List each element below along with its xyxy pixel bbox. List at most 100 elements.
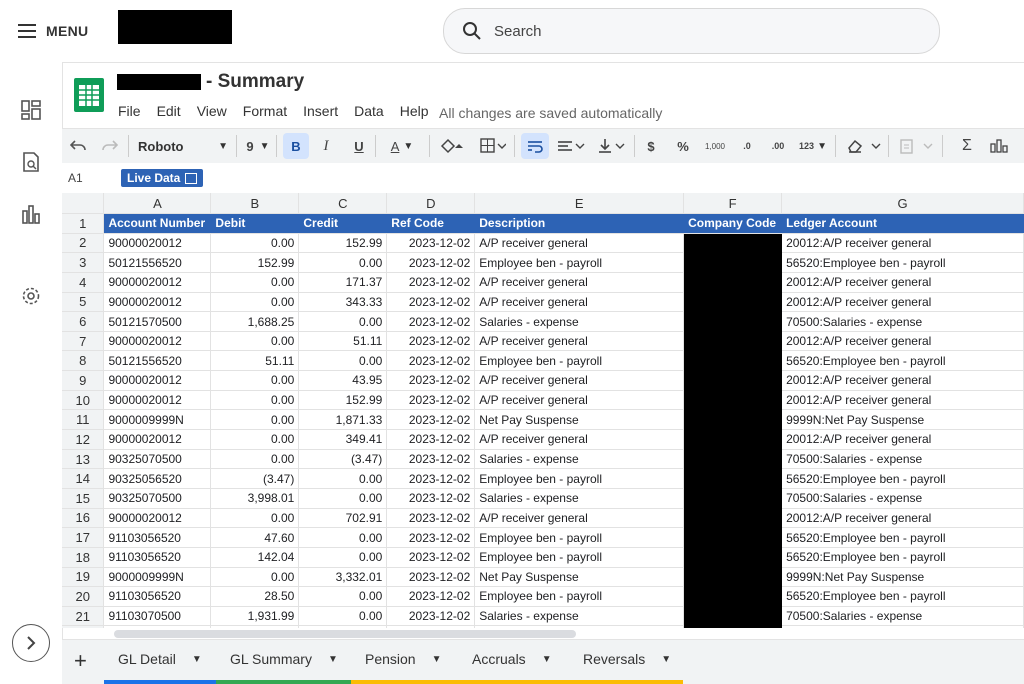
dashboard-icon[interactable]	[20, 99, 42, 121]
ledger-account-cell[interactable]: 20012:A/P receiver general	[781, 390, 1024, 411]
thousands-format-button[interactable]: 1,000	[702, 133, 728, 159]
ref-code-cell[interactable]: 2023-12-02	[386, 468, 476, 489]
number-format-select[interactable]: 123 ▼	[797, 133, 829, 159]
account-number-cell[interactable]: 90000020012	[103, 233, 212, 254]
account-number-cell[interactable]: 90000020012	[103, 429, 212, 450]
header-cell[interactable]: Debit	[210, 213, 300, 234]
row-number[interactable]: 7	[62, 331, 105, 352]
debit-cell[interactable]: 28.50	[210, 586, 300, 607]
credit-cell[interactable]: 152.99	[298, 390, 388, 411]
align-vertical-icon[interactable]	[596, 133, 626, 159]
account-number-cell[interactable]: 9000009999N	[103, 567, 212, 588]
menu-help[interactable]: Help	[400, 103, 429, 119]
fill-color-icon[interactable]	[438, 133, 468, 159]
redo-icon[interactable]	[100, 133, 120, 159]
select-all-corner[interactable]	[62, 193, 105, 214]
redacted-company-code-cell[interactable]	[683, 292, 783, 313]
ledger-account-cell[interactable]: 56520:Employee ben - payroll	[781, 586, 1024, 607]
redacted-company-code-cell[interactable]	[683, 527, 783, 548]
bold-button[interactable]: B	[283, 133, 309, 159]
debit-cell[interactable]: 0.00	[210, 370, 300, 391]
ledger-account-cell[interactable]: 20012:A/P receiver general	[781, 272, 1024, 293]
clipboard-icon[interactable]	[896, 133, 936, 159]
account-number-cell[interactable]: 50121570500	[103, 311, 212, 332]
redacted-company-code-cell[interactable]	[683, 233, 783, 254]
debit-cell[interactable]: 47.60	[210, 527, 300, 548]
ledger-account-cell[interactable]: 70500:Salaries - expense	[781, 449, 1024, 470]
credit-cell[interactable]: 0.00	[298, 527, 388, 548]
row-number[interactable]: 1	[62, 213, 105, 234]
redacted-company-code-cell[interactable]	[683, 429, 783, 450]
debit-cell[interactable]: 0.00	[210, 449, 300, 470]
menu-insert[interactable]: Insert	[303, 103, 338, 119]
font-family-select[interactable]: Roboto ▼	[138, 133, 228, 159]
credit-cell[interactable]: 0.00	[298, 311, 388, 332]
redacted-company-code-cell[interactable]	[683, 311, 783, 332]
sheet-tab-gl-detail[interactable]: GL Detail ▼	[118, 640, 202, 678]
ledger-account-cell[interactable]: 70500:Salaries - expense	[781, 311, 1024, 332]
account-number-cell[interactable]: 90000020012	[103, 331, 212, 352]
credit-cell[interactable]: (3.47)	[298, 449, 388, 470]
row-number[interactable]: 19	[62, 567, 105, 588]
ref-code-cell[interactable]: 2023-12-02	[386, 625, 476, 628]
debit-cell[interactable]: 0.00	[210, 567, 300, 588]
description-cell[interactable]: Salaries - expense	[474, 449, 685, 470]
redacted-company-code-cell[interactable]	[683, 547, 783, 568]
credit-cell[interactable]: 3,332.01	[298, 567, 388, 588]
redacted-company-code-cell[interactable]	[683, 468, 783, 489]
account-number-cell[interactable]: 90000020012	[103, 508, 212, 529]
description-cell[interactable]: Employee ben - payroll	[474, 547, 685, 568]
ref-code-cell[interactable]: 2023-12-02	[386, 449, 476, 470]
account-number-cell[interactable]: 90325070500	[103, 449, 212, 470]
expand-nav-button[interactable]	[12, 624, 50, 662]
account-number-cell[interactable]: 50121556520	[103, 350, 212, 372]
account-number-cell[interactable]: 90000020012	[103, 292, 212, 313]
menu-file[interactable]: File	[118, 103, 141, 119]
account-number-cell[interactable]: 90000020012	[103, 370, 212, 391]
credit-cell[interactable]: 702.91	[298, 508, 388, 529]
row-number[interactable]: 3	[62, 252, 105, 273]
debit-cell[interactable]: 0.00	[210, 390, 300, 411]
debit-cell[interactable]: 0.00	[210, 233, 300, 254]
description-cell[interactable]: Salaries - expense	[474, 311, 685, 332]
settings-icon[interactable]	[20, 285, 42, 307]
menu-format[interactable]: Format	[243, 103, 287, 119]
debit-cell[interactable]: 0.00	[210, 429, 300, 450]
row-number[interactable]: 14	[62, 468, 105, 489]
search-input[interactable]: Search	[494, 23, 542, 40]
redacted-company-code-cell[interactable]	[683, 331, 783, 352]
ref-code-cell[interactable]: 2023-12-02	[386, 527, 476, 548]
description-cell[interactable]: Employee ben - payroll	[474, 252, 685, 273]
underline-button[interactable]: U	[349, 133, 369, 159]
description-cell[interactable]: A/P receiver general	[474, 272, 685, 293]
description-cell[interactable]: Employee ben - payroll	[474, 586, 685, 607]
sheet-tab-accruals[interactable]: Accruals ▼	[472, 640, 552, 678]
increase-decimal-button[interactable]: .00	[767, 133, 789, 159]
debit-cell[interactable]: 0.00	[210, 508, 300, 529]
ref-code-cell[interactable]: 2023-12-02	[386, 606, 476, 627]
redacted-company-code-cell[interactable]	[683, 508, 783, 529]
description-cell[interactable]: A/P receiver general	[474, 429, 685, 450]
ledger-account-cell[interactable]: 20012:A/P receiver general	[781, 370, 1024, 391]
debit-cell[interactable]: (3.47)	[210, 468, 300, 489]
row-number[interactable]: 21	[62, 606, 105, 627]
debit-cell[interactable]: 0.00	[210, 331, 300, 352]
ledger-account-cell[interactable]: 20012:A/P receiver general	[781, 429, 1024, 450]
debit-cell[interactable]: 1,688.25	[210, 311, 300, 332]
menu-data[interactable]: Data	[354, 103, 384, 119]
header-cell[interactable]: Description	[474, 213, 685, 234]
row-number[interactable]: 16	[62, 508, 105, 529]
italic-button[interactable]: I	[316, 133, 336, 159]
redacted-company-code-cell[interactable]	[683, 252, 783, 273]
row-number[interactable]: 9	[62, 370, 105, 391]
ledger-account-cell[interactable]: 9999N:Net Pay Suspense	[781, 409, 1024, 431]
ref-code-cell[interactable]: 2023-12-02	[386, 508, 476, 529]
debit-cell[interactable]: 0.00	[210, 272, 300, 293]
account-number-cell[interactable]: 91103056520	[103, 547, 212, 568]
credit-cell[interactable]: 0.00	[298, 606, 388, 627]
ledger-account-cell[interactable]: 56520:Employee ben - payroll	[781, 547, 1024, 568]
debit-cell[interactable]: 142.04	[210, 547, 300, 568]
credit-cell[interactable]: 343.33	[298, 292, 388, 313]
ref-code-cell[interactable]: 2023-12-02	[386, 233, 476, 254]
wrap-text-icon[interactable]	[521, 133, 549, 159]
